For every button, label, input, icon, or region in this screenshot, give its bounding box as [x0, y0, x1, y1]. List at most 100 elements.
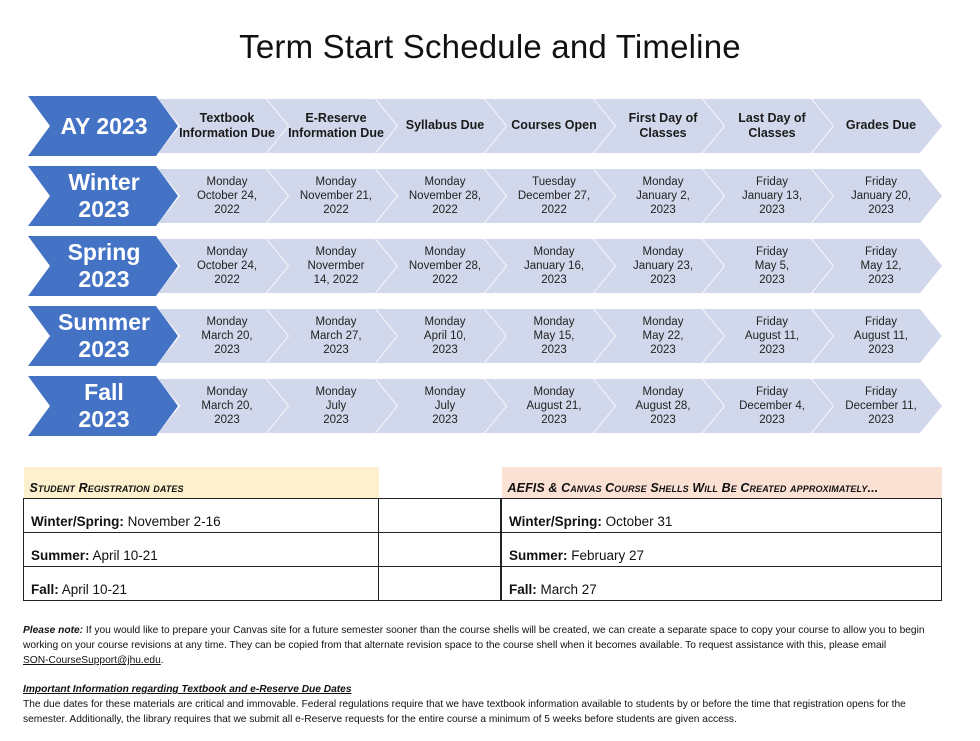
date-year: 2023: [323, 414, 349, 426]
date-month-day: November 28,: [408, 190, 482, 202]
registration-term: Winter/Spring:: [31, 514, 124, 529]
date-weekday: Monday: [533, 316, 575, 328]
term-row: Winter 2023 Monday October 24, 2022 Monday Nov…: [28, 166, 948, 226]
term-chevron: Summer 2023: [28, 306, 178, 366]
date-month-day: May 22,: [642, 330, 684, 342]
date-year: 2023: [650, 344, 676, 356]
date-month-day: May 5,: [754, 260, 790, 272]
date-year: 2023: [432, 414, 458, 426]
date-year: 2023: [541, 274, 567, 286]
date-month-day: March 20,: [201, 400, 253, 412]
date-weekday: Tuesday: [532, 176, 576, 188]
term-row: Fall 2023 Monday March 20, 2023 Monday July 202…: [28, 376, 948, 436]
date-month-day: March 20,: [201, 330, 253, 342]
term-chevron: Spring 2023: [28, 236, 178, 296]
date-month-day: April 10,: [423, 330, 467, 342]
date-year: 2022: [541, 204, 567, 216]
date-year: 2023: [868, 344, 894, 356]
date-weekday: Monday: [206, 386, 248, 398]
registration-term: Fall:: [31, 582, 59, 597]
date-weekday: Friday: [756, 246, 788, 258]
date-weekday: Monday: [424, 246, 466, 258]
date-year: 2023: [868, 274, 894, 286]
date-month-day: December 11,: [845, 400, 917, 412]
date-month-day: January 13,: [741, 190, 803, 202]
date-month-day: August 28,: [635, 400, 691, 412]
term-name: Winter: [68, 169, 140, 195]
date-month-day: November 28,: [408, 260, 482, 272]
registration-value: November 2-16: [123, 514, 221, 529]
date-year: 2022: [432, 274, 458, 286]
date-year: 2023: [432, 344, 458, 356]
date-weekday: Monday: [642, 246, 684, 258]
academic-year-chevron: AY 2023: [28, 96, 178, 156]
date-year: 2023: [214, 344, 240, 356]
date-weekday: Monday: [315, 386, 357, 398]
date-year: 2023: [650, 414, 676, 426]
shells-value: February 27: [567, 548, 645, 563]
please-note-paragraph: Please note: If you would like to prepar…: [23, 623, 948, 668]
date-month-day: October 24,: [196, 190, 258, 202]
date-month-day: January 23,: [632, 260, 694, 272]
term-name: Spring: [67, 239, 141, 265]
date-weekday: Monday: [642, 386, 684, 398]
date-weekday: Monday: [206, 176, 248, 188]
course-shells-header: AEFIS & Canvas Course Shells Will Be Cre…: [501, 467, 942, 499]
date-year: 2023: [759, 274, 785, 286]
shells-term: Winter/Spring:: [509, 514, 602, 529]
date-weekday: Monday: [315, 176, 357, 188]
date-year: 2022: [214, 274, 240, 286]
email-suffix: .: [160, 655, 164, 666]
date-year: 2022: [214, 204, 240, 216]
date-weekday: Friday: [865, 176, 897, 188]
date-year: 14, 2022: [313, 274, 359, 286]
date-month-day: January 16,: [523, 260, 585, 272]
date-weekday: Friday: [865, 246, 897, 258]
table-row: Fall: March 27: [501, 566, 942, 601]
date-weekday: Monday: [424, 386, 466, 398]
date-month-day: December 27,: [517, 190, 591, 202]
registration-term: Summer:: [31, 548, 90, 563]
date-month-day: August 11,: [853, 330, 909, 342]
date-year: 2022: [323, 204, 349, 216]
date-month-day: July: [325, 400, 347, 412]
date-month-day: May 12,: [860, 260, 902, 272]
date-month-day: October 24,: [196, 260, 258, 272]
date-month-day: December 4,: [739, 400, 805, 412]
date-weekday: Monday: [424, 316, 466, 328]
date-weekday: Monday: [206, 316, 248, 328]
support-email-link[interactable]: SON-CourseSupport@jhu.edu: [23, 655, 161, 666]
date-year: 2023: [541, 344, 567, 356]
please-note-text: If you would like to prepare your Canvas…: [23, 625, 925, 651]
date-year: 2023: [868, 204, 894, 216]
table-row: Fall: April 10-21: [22, 566, 501, 601]
date-month-day: January 2,: [636, 190, 690, 202]
shells-term: Fall:: [509, 582, 537, 597]
date-month-day: August 21,: [526, 400, 582, 412]
date-weekday: Monday: [315, 316, 357, 328]
page-title: Term Start Schedule and Timeline: [239, 28, 741, 65]
term-year: 2023: [78, 196, 130, 222]
date-weekday: Monday: [642, 316, 684, 328]
shells-value: March 27: [536, 582, 597, 597]
date-month-day: March 27,: [310, 330, 362, 342]
term-name: Fall: [84, 379, 124, 405]
shells-value: October 31: [601, 514, 673, 529]
date-weekday: Friday: [865, 386, 897, 398]
date-weekday: Monday: [315, 246, 357, 258]
date-year: 2023: [650, 274, 676, 286]
date-month-day: November 21,: [299, 190, 373, 202]
date-year: 2023: [868, 414, 894, 426]
academic-year-label: AY 2023: [60, 112, 148, 139]
term-year: 2023: [78, 406, 130, 432]
term-year: 2023: [78, 266, 130, 292]
date-weekday: Friday: [865, 316, 897, 328]
date-weekday: Monday: [206, 246, 248, 258]
table-row: Winter/Spring: November 2-16: [22, 498, 501, 533]
date-year: 2022: [432, 204, 458, 216]
registration-value: April 10-21: [58, 582, 128, 597]
date-month-day: Novermber: [307, 260, 365, 272]
date-weekday: Monday: [424, 176, 466, 188]
date-month-day: January 20,: [850, 190, 912, 202]
timeline-header-row: AY 2023 Textbook Information Due E-Reser…: [28, 96, 948, 156]
